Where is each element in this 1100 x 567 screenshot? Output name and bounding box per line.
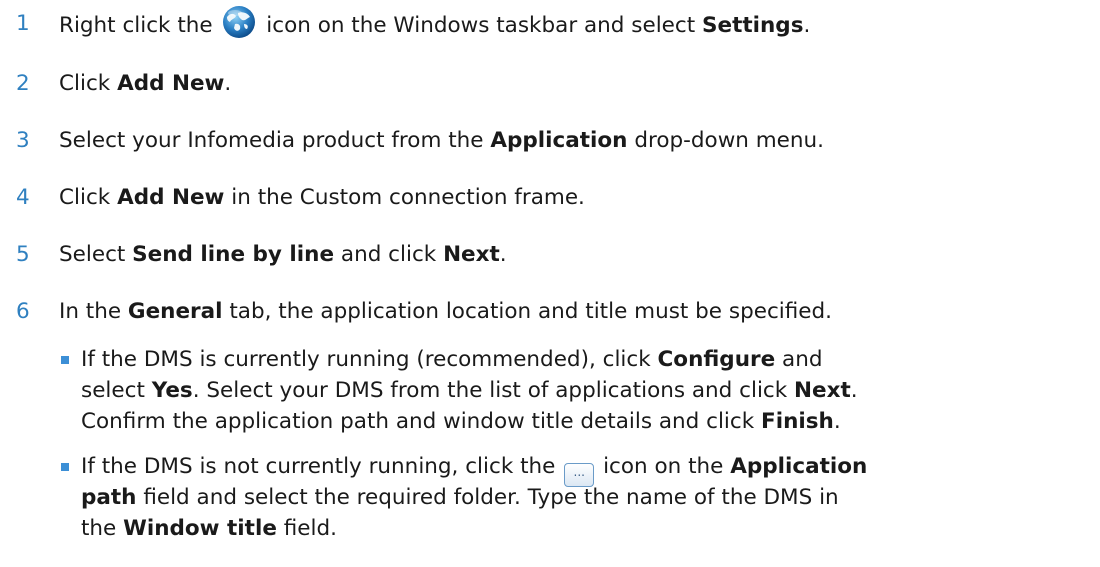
step-3: 3 Select your Infomedia product from the… (0, 121, 1100, 161)
bullet-line: select Yes. Select your DMS from the lis… (81, 378, 858, 403)
step-text: Select Send line by line and click Next. (59, 242, 507, 267)
step-1: 1 Right click the icon on the Windows ta… (0, 4, 1100, 44)
bullet-marker (61, 463, 69, 471)
step-6: 6 In the General tab, the application lo… (0, 292, 1100, 332)
step-text: Click Add New. (59, 71, 232, 96)
step-number: 4 (16, 185, 30, 210)
step-number: 3 (16, 128, 30, 153)
step-4: 4 Click Add New in the Custom connection… (0, 178, 1100, 218)
step-number: 6 (16, 299, 30, 324)
bullet-line: If the DMS is currently running (recomme… (81, 347, 823, 372)
step-text: Select your Infomedia product from the A… (59, 128, 824, 153)
bullet-marker (61, 356, 69, 364)
step-2: 2 Click Add New. (0, 64, 1100, 104)
step-text: Right click the icon on the Windows task… (59, 4, 810, 46)
step-number: 2 (16, 71, 30, 96)
step-text: Click Add New in the Custom connection f… (59, 185, 585, 210)
step-number: 1 (16, 11, 30, 36)
step-number: 5 (16, 242, 30, 267)
instructions-document: 1 Right click the icon on the Windows ta… (0, 0, 1100, 567)
step-text: In the General tab, the application loca… (59, 299, 832, 324)
bullet-line: the Window title field. (81, 516, 337, 541)
bullet-line: Confirm the application path and window … (81, 409, 841, 434)
step-5: 5 Select Send line by line and click Nex… (0, 235, 1100, 275)
bullet-line: path field and select the required folde… (81, 485, 839, 510)
globe-icon (223, 6, 256, 38)
